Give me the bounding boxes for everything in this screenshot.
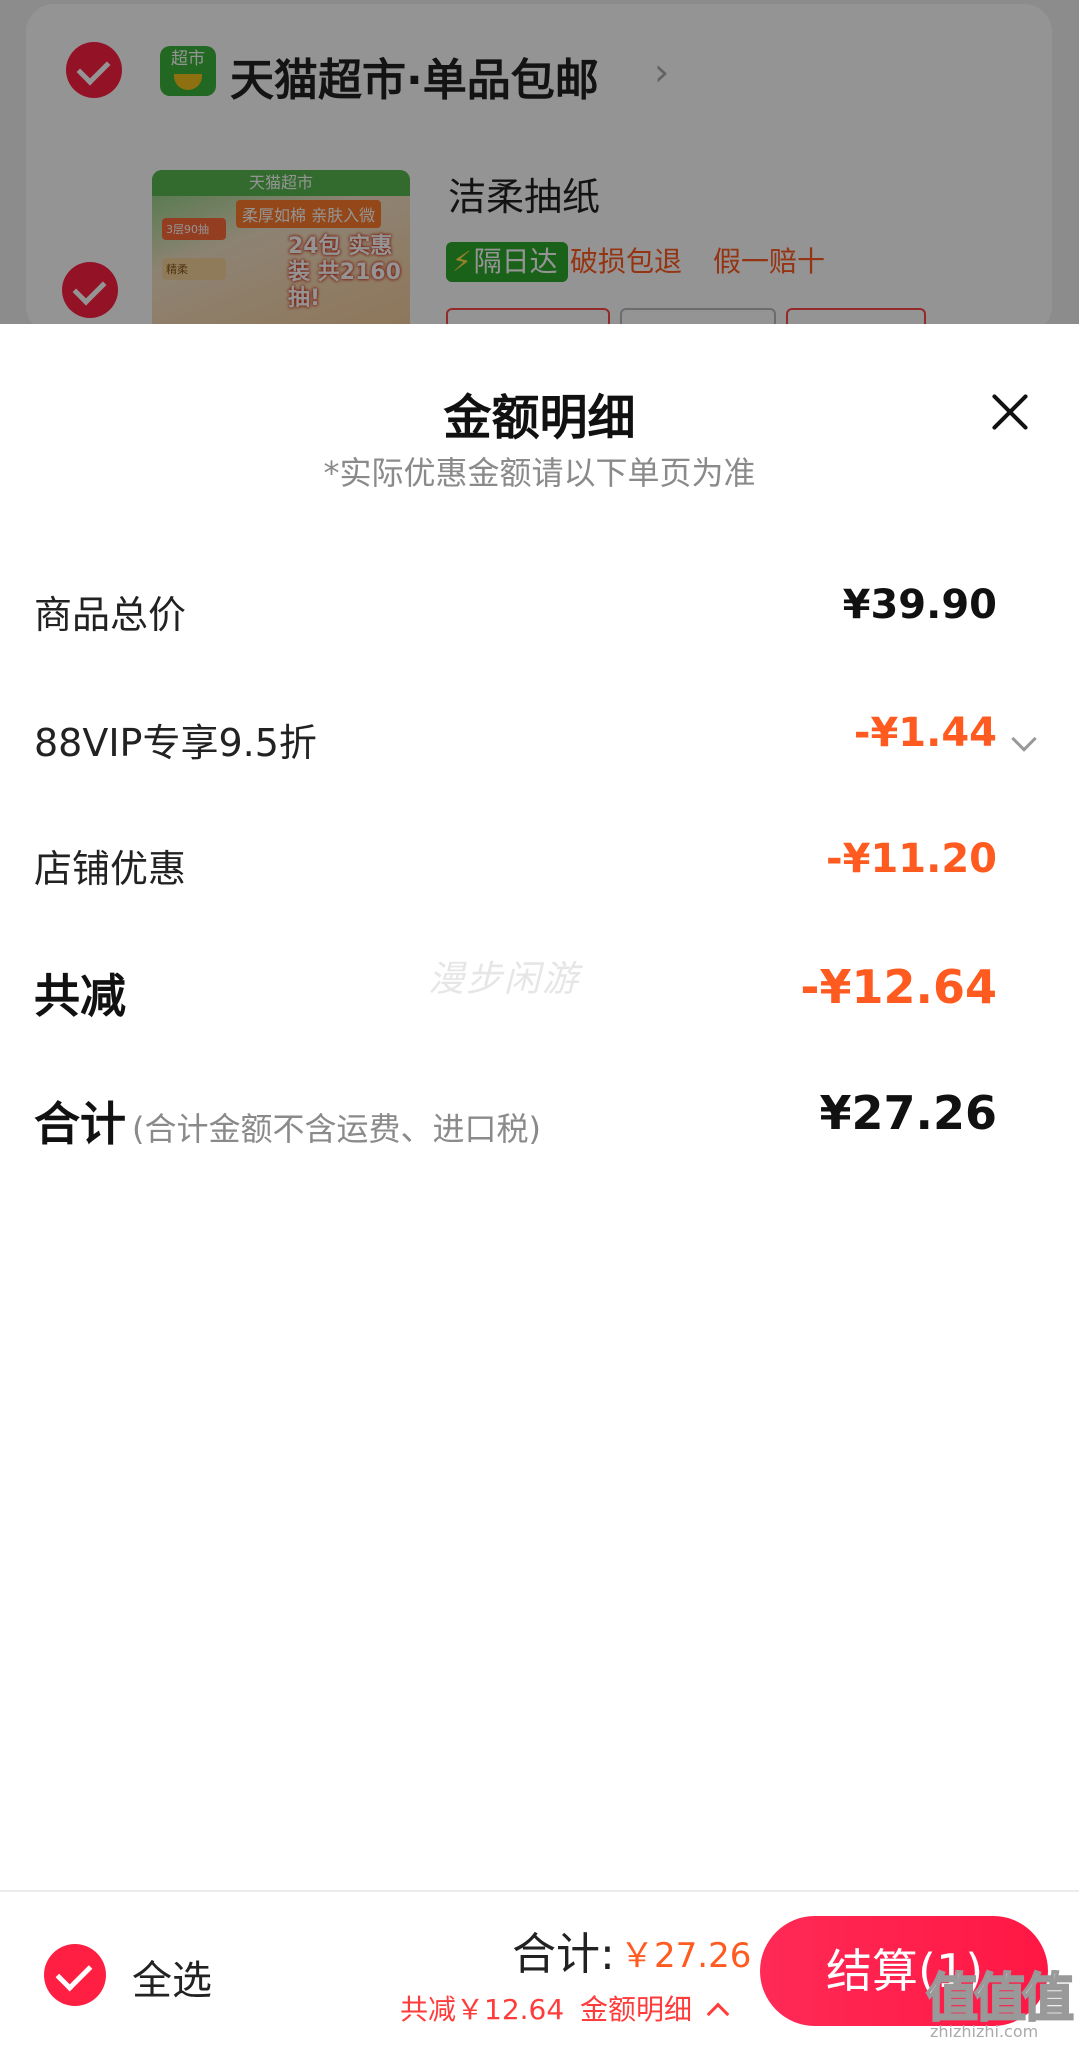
- overlay-mask[interactable]: [0, 0, 1079, 330]
- chevron-up-icon[interactable]: [706, 2002, 730, 2026]
- bar-total-label: 合计:: [512, 1929, 615, 1980]
- chevron-down-icon[interactable]: [1011, 726, 1037, 752]
- vip-discount-value[interactable]: -¥1.44: [854, 710, 997, 756]
- checkout-bar: 全选 合计: ￥27.26 共减￥12.64 金额明细 结算(1) 值值值 zh…: [0, 1890, 1079, 2050]
- select-all-check-icon[interactable]: [44, 1944, 106, 2006]
- watermark: 漫步闲游: [428, 959, 581, 1000]
- amount-detail-toggle[interactable]: 金额明细: [580, 1988, 692, 2028]
- grand-total-note: (合计金额不含运费、进口税): [132, 1110, 541, 1148]
- total-reduction-value: -¥12.64: [800, 960, 997, 1014]
- site-watermark-logo: 值值值: [925, 1968, 1075, 2030]
- grand-total-row: 合计 (合计金额不含运费、进口税): [34, 1088, 541, 1154]
- amount-detail-sheet: 金额明细 *实际优惠金额请以下单页为准 商品总价 ¥39.90 88VIP专享9…: [0, 324, 1079, 1892]
- close-icon[interactable]: [984, 386, 1036, 438]
- shop-discount-label: 店铺优惠: [34, 847, 187, 891]
- total-price-value: ¥39.90: [842, 582, 997, 628]
- sheet-subtitle: *实际优惠金额请以下单页为准: [323, 454, 756, 492]
- grand-total-value: ¥27.26: [819, 1086, 997, 1140]
- bar-discount-text: 共减￥12.64: [400, 1993, 565, 2026]
- vip-discount-label[interactable]: 88VIP专享9.5折: [34, 712, 317, 767]
- cart-background: 超市 天猫超市·单品包邮 › 天猫超市 柔厚如棉 亲肤入微 3层90抽 精柔 2…: [0, 0, 1079, 330]
- total-reduction-label: 共减: [34, 969, 126, 1023]
- total-price-label: 商品总价: [34, 593, 187, 637]
- select-all-label[interactable]: 全选: [132, 1948, 212, 2006]
- grand-total-label: 合计: [34, 1097, 126, 1151]
- sheet-title: 金额明细: [443, 390, 636, 446]
- bar-total-value: ￥27.26: [620, 1936, 752, 1976]
- site-watermark-url: zhizhizhi.com: [930, 2022, 1039, 2041]
- shop-discount-value: -¥11.20: [826, 836, 997, 882]
